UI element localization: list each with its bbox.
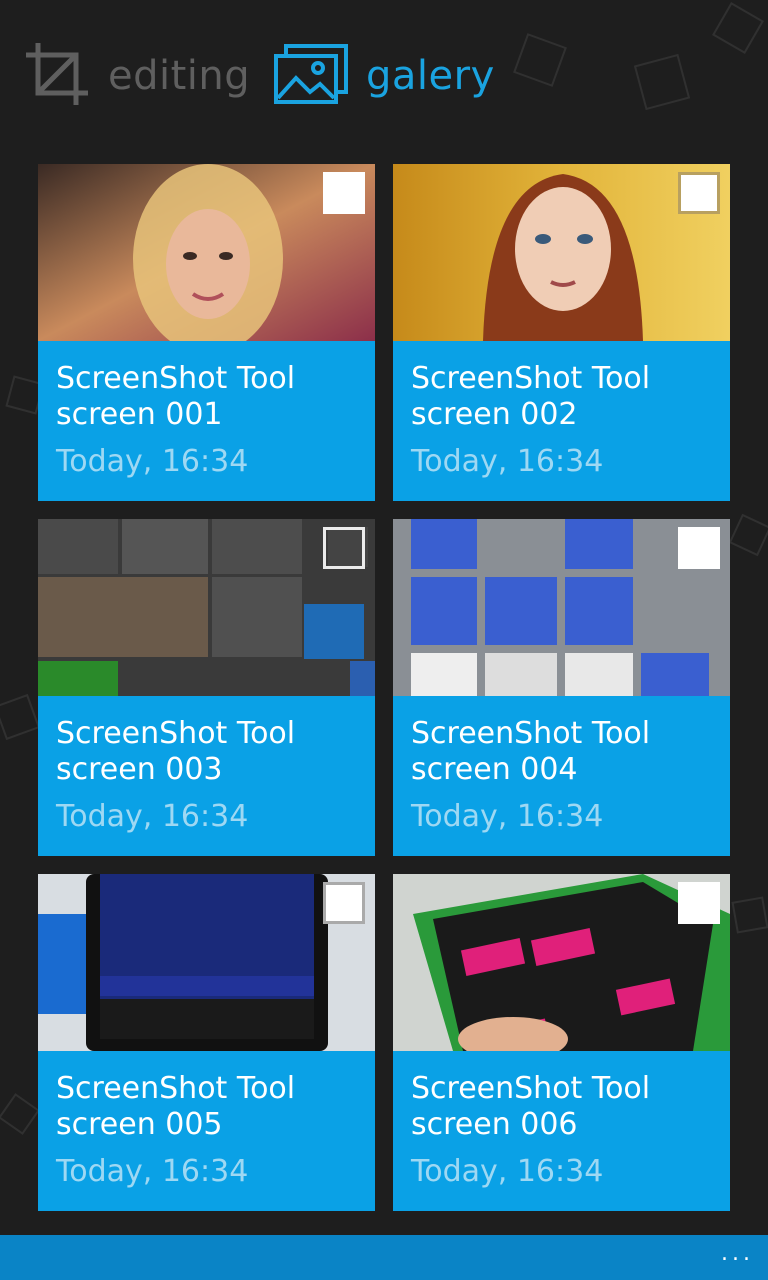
item-date: Today, 16:34 xyxy=(56,1154,249,1189)
item-title: ScreenShot Tool screen 003 xyxy=(56,716,296,787)
gallery-item[interactable]: ScreenShot Tool screen 003 Today, 16:34 xyxy=(38,519,375,856)
item-title: ScreenShot Tool screen 006 xyxy=(411,1071,651,1142)
gallery-item[interactable]: ScreenShot Tool screen 002 Today, 16:34 xyxy=(393,164,730,501)
item-title: ScreenShot Tool screen 005 xyxy=(56,1071,296,1142)
item-date: Today, 16:34 xyxy=(411,799,604,834)
app-bar: ... xyxy=(0,1235,768,1280)
crop-icon xyxy=(24,41,90,111)
item-title: ScreenShot Tool screen 004 xyxy=(411,716,651,787)
item-date: Today, 16:34 xyxy=(411,444,604,479)
item-date: Today, 16:34 xyxy=(411,1154,604,1189)
tab-editing-label: editing xyxy=(108,53,251,99)
gallery-item[interactable]: ScreenShot Tool screen 005 Today, 16:34 xyxy=(38,874,375,1211)
gallery-item[interactable]: ScreenShot Tool screen 004 Today, 16:34 xyxy=(393,519,730,856)
tab-galery-label: galery xyxy=(366,53,495,99)
select-checkbox[interactable] xyxy=(323,882,365,924)
gallery-item[interactable]: ScreenShot Tool screen 001 Today, 16:34 xyxy=(38,164,375,501)
select-checkbox[interactable] xyxy=(323,172,365,214)
item-date: Today, 16:34 xyxy=(56,444,249,479)
select-checkbox[interactable] xyxy=(678,527,720,569)
item-title: ScreenShot Tool screen 001 xyxy=(56,361,296,432)
pivot-header: editing galery xyxy=(0,0,768,150)
select-checkbox[interactable] xyxy=(323,527,365,569)
gallery-item[interactable]: ScreenShot Tool screen 006 Today, 16:34 xyxy=(393,874,730,1211)
item-title: ScreenShot Tool screen 002 xyxy=(411,361,651,432)
item-date: Today, 16:34 xyxy=(56,799,249,834)
tab-editing[interactable]: editing xyxy=(24,36,250,116)
gallery-icon xyxy=(274,44,348,108)
select-checkbox[interactable] xyxy=(678,882,720,924)
tab-galery[interactable]: galery xyxy=(274,36,495,116)
more-options-icon[interactable]: ... xyxy=(721,1241,754,1266)
select-checkbox[interactable] xyxy=(678,172,720,214)
